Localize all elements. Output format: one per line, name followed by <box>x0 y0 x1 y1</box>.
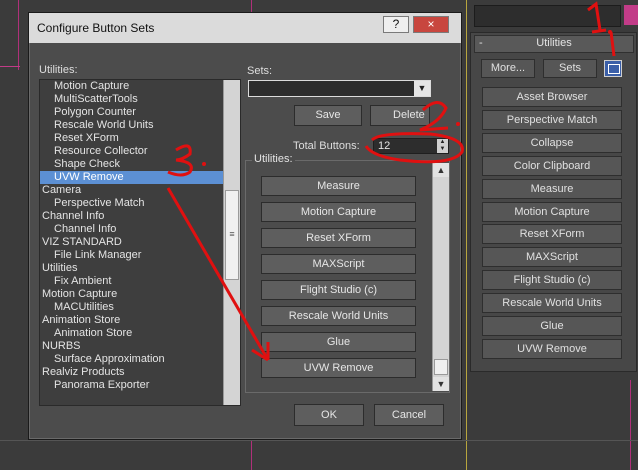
utilities-group-label: Utilities: <box>252 153 295 165</box>
configure-button-sets-icon[interactable] <box>604 60 622 77</box>
list-item[interactable]: Utilities <box>40 262 223 275</box>
ok-button[interactable]: OK <box>294 404 364 426</box>
sets-label: Sets: <box>247 65 273 77</box>
sets-button[interactable]: Sets <box>543 59 597 78</box>
list-item[interactable]: Realviz Products <box>40 366 223 379</box>
list-item[interactable]: Perspective Match <box>40 197 223 210</box>
list-item[interactable]: Surface Approximation <box>40 353 223 366</box>
list-scrollbar[interactable]: ≡ <box>223 80 240 405</box>
list-item[interactable]: Animation Store <box>40 314 223 327</box>
utilities-list-items: Motion Capture MultiScatterTools Polygon C… <box>40 80 240 392</box>
viewport-guide-magenta-right <box>630 380 631 470</box>
list-item[interactable]: Panorama Exporter <box>40 379 223 392</box>
total-buttons-value: 12 <box>378 140 391 152</box>
panel-utility-button[interactable]: Glue <box>482 316 622 336</box>
help-button[interactable]: ? <box>383 16 409 33</box>
list-item[interactable]: Polygon Counter <box>40 106 223 119</box>
total-buttons-spinner[interactable]: 12 ▲ ▼ <box>373 138 449 154</box>
utilities-rollout-header[interactable]: - Utilities <box>474 35 634 53</box>
rollout-title: Utilities <box>536 37 572 49</box>
list-item[interactable]: MultiScatterTools <box>40 93 223 106</box>
sets-dropdown[interactable]: ▼ <box>248 80 431 97</box>
group-scrollbar-thumb[interactable] <box>434 359 448 375</box>
color-swatch[interactable] <box>624 5 638 25</box>
scroll-down-icon[interactable]: ▼ <box>433 377 449 391</box>
panel-utility-button[interactable]: Flight Studio (c) <box>482 270 622 291</box>
dialog-titlebar[interactable]: Configure Button Sets ? × <box>29 13 461 43</box>
viewport-guide-horizontal <box>0 66 20 67</box>
panel-utility-button[interactable]: Perspective Match <box>482 109 622 130</box>
list-item[interactable]: File Link Manager <box>40 249 223 262</box>
delete-button-label: Delete <box>393 109 425 121</box>
panel-utility-button[interactable]: UVW Remove <box>482 338 622 359</box>
total-buttons-label: Total Buttons: <box>293 140 360 152</box>
close-button[interactable]: × <box>413 16 449 33</box>
list-item[interactable]: Fix Ambient <box>40 275 223 288</box>
delete-button[interactable]: Delete <box>370 105 430 126</box>
chevron-down-icon[interactable]: ▼ <box>414 81 430 96</box>
save-button[interactable]: Save <box>294 105 362 126</box>
group-utility-button[interactable]: Flight Studio (c) <box>261 280 416 300</box>
viewport-guide-horizontal-bottom <box>0 440 638 441</box>
group-utility-button[interactable]: Rescale World Units <box>261 306 416 326</box>
list-item[interactable]: Reset XForm <box>40 132 223 145</box>
utilities-label: Utilities: <box>39 64 78 76</box>
viewport-guide-magenta-left <box>18 0 19 70</box>
group-utility-button[interactable]: UVW Remove <box>261 358 416 378</box>
list-item[interactable]: Camera <box>40 184 223 197</box>
group-utility-button[interactable]: MAXScript <box>261 254 416 274</box>
spinner-arrows-icon[interactable]: ▲ ▼ <box>437 139 448 153</box>
more-button[interactable]: More... <box>481 59 535 78</box>
group-utility-button[interactable]: Motion Capture <box>261 202 416 222</box>
panel-utility-button[interactable]: Motion Capture <box>482 201 622 222</box>
viewport-guide-yellow <box>466 0 467 470</box>
list-item[interactable]: Motion Capture <box>40 80 223 93</box>
cancel-button[interactable]: Cancel <box>374 404 444 426</box>
panel-utility-button[interactable]: Color Clipboard <box>482 155 622 176</box>
panel-utility-button[interactable]: Measure <box>482 178 622 199</box>
list-item[interactable]: VIZ STANDARD <box>40 236 223 249</box>
group-utility-button[interactable]: Reset XForm <box>261 228 416 248</box>
list-item[interactable]: Animation Store <box>40 327 223 340</box>
list-item[interactable]: Motion Capture <box>40 288 223 301</box>
utilities-list[interactable]: Motion Capture MultiScatterTools Polygon C… <box>39 79 241 406</box>
dialog-title: Configure Button Sets <box>37 21 155 35</box>
panel-utility-button[interactable]: Asset Browser <box>482 87 622 107</box>
panel-utility-button[interactable]: Rescale World Units <box>482 293 622 314</box>
list-item[interactable]: UVW Remove <box>40 171 223 184</box>
group-utility-button[interactable]: Glue <box>261 332 416 352</box>
list-item[interactable]: NURBS <box>40 340 223 353</box>
list-item[interactable]: Channel Info <box>40 210 223 223</box>
group-scrollbar[interactable]: ▲ ▼ <box>432 163 449 391</box>
group-utility-button[interactable]: Measure <box>261 176 416 196</box>
list-item[interactable]: Shape Check <box>40 158 223 171</box>
list-item[interactable]: MACUtilities <box>40 301 223 314</box>
panel-utility-button[interactable]: Collapse <box>482 132 622 153</box>
list-item[interactable]: Rescale World Units <box>40 119 223 132</box>
configure-button-sets-dialog: Configure Button Sets ? × Utilities: Mot… <box>28 12 462 440</box>
name-field[interactable] <box>474 5 621 27</box>
list-item[interactable]: Resource Collector <box>40 145 223 158</box>
list-item[interactable]: Channel Info <box>40 223 223 236</box>
scroll-up-icon[interactable]: ▲ <box>433 163 449 177</box>
panel-utility-button[interactable]: MAXScript <box>482 247 622 268</box>
panel-utility-button[interactable]: Reset XForm <box>482 224 622 245</box>
scrollbar-grip-icon: ≡ <box>229 229 235 239</box>
